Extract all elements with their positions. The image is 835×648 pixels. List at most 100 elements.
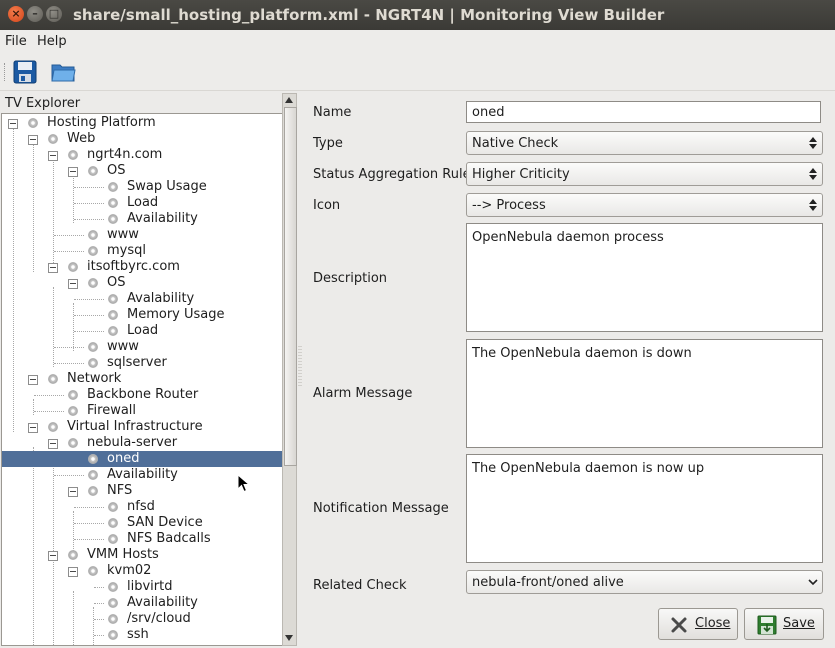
window-minimize-button[interactable]: –	[27, 6, 43, 22]
tree-node[interactable]: Load	[2, 323, 282, 339]
tree-view[interactable]: Hosting Platform Web ngrt4n.com OS Swap …	[1, 113, 283, 646]
collapse-icon[interactable]	[28, 135, 38, 145]
tree-node[interactable]: ssh	[2, 627, 282, 643]
type-select[interactable]: Native Check	[466, 131, 823, 155]
collapse-icon[interactable]	[28, 423, 38, 433]
type-label: Type	[313, 136, 343, 151]
save-button-label: Save	[783, 616, 815, 631]
node-icon	[68, 438, 78, 448]
collapse-icon[interactable]	[48, 263, 58, 273]
tree-node[interactable]: Avalability	[2, 291, 282, 307]
collapse-icon[interactable]	[48, 551, 58, 561]
related-check-select[interactable]: nebula-front/oned alive	[466, 570, 823, 594]
tree-node[interactable]: VMM Hosts	[2, 547, 282, 563]
collapse-icon[interactable]	[28, 375, 38, 385]
status-rule-select[interactable]: Higher Criticity	[466, 162, 823, 186]
node-icon	[88, 454, 98, 464]
tree-node[interactable]: Load	[2, 195, 282, 211]
collapse-icon[interactable]	[68, 167, 78, 177]
tree-node[interactable]: sqlserver	[2, 355, 282, 371]
menu-file[interactable]: File	[5, 34, 27, 49]
tree-node[interactable]: nebula-server	[2, 435, 282, 451]
node-icon	[108, 326, 118, 336]
node-icon	[88, 166, 98, 176]
tree-node[interactable]: www	[2, 339, 282, 355]
node-icon	[48, 134, 58, 144]
tree-node[interactable]: nfsd	[2, 499, 282, 515]
tree-node[interactable]: NFS Badcalls	[2, 531, 282, 547]
close-button[interactable]: Close	[658, 608, 738, 640]
node-icon	[108, 598, 118, 608]
node-icon	[28, 118, 38, 128]
scroll-down-icon[interactable]	[285, 635, 293, 641]
node-icon	[108, 198, 118, 208]
collapse-icon[interactable]	[8, 119, 18, 129]
icon-select[interactable]: --> Process	[466, 193, 823, 217]
tree-node[interactable]: itsoftbyrc.com	[2, 259, 282, 275]
window-title: share/small_hosting_platform.xml - NGRT4…	[73, 6, 665, 24]
tree-node[interactable]: OS	[2, 163, 282, 179]
tree-node[interactable]: /srv/cloud	[2, 611, 282, 627]
tree-node[interactable]: Availability	[2, 211, 282, 227]
scroll-up-icon[interactable]	[285, 97, 293, 103]
tree-node[interactable]: Hosting Platform	[2, 115, 282, 131]
icon-value: --> Process	[472, 198, 546, 213]
tree-node[interactable]: Availability	[2, 595, 282, 611]
tree-node[interactable]: libvirtd	[2, 579, 282, 595]
tree-node[interactable]: Network	[2, 371, 282, 387]
tree-node-selected[interactable]: oned	[2, 451, 282, 467]
menu-help[interactable]: Help	[37, 34, 67, 49]
scrollbar-thumb[interactable]	[284, 107, 297, 466]
tree-node[interactable]: OS	[2, 275, 282, 291]
description-field[interactable]: OpenNebula daemon process	[466, 223, 823, 332]
description-label: Description	[313, 271, 388, 286]
save-button[interactable]: Save	[744, 608, 824, 640]
node-icon	[88, 230, 98, 240]
tree-node[interactable]: Firewall	[2, 403, 282, 419]
node-icon	[68, 390, 78, 400]
editor-pane: Name oned Type Native Check Status Aggre…	[304, 91, 835, 644]
tree-node[interactable]: www	[2, 227, 282, 243]
window-close-button[interactable]: ×	[8, 6, 24, 22]
tree-node[interactable]: Swap Usage	[2, 179, 282, 195]
node-icon	[48, 374, 58, 384]
tree-node[interactable]: SAN Device	[2, 515, 282, 531]
node-icon	[108, 182, 118, 192]
node-icon	[88, 358, 98, 368]
description-value: OpenNebula daemon process	[472, 230, 664, 245]
tree-node[interactable]: mysql	[2, 243, 282, 259]
tv-explorer-pane: TV Explorer Hosting Platform Web ngrt4n.…	[0, 91, 297, 646]
node-icon	[108, 518, 118, 528]
vertical-scrollbar[interactable]	[282, 93, 297, 646]
alarm-message-field[interactable]: The OpenNebula daemon is down	[466, 339, 823, 448]
collapse-icon[interactable]	[48, 151, 58, 161]
name-label: Name	[313, 105, 352, 120]
tree-node[interactable]: Backbone Router	[2, 387, 282, 403]
tree-node[interactable]: Virtual Infrastructure	[2, 419, 282, 435]
related-check-label: Related Check	[313, 578, 407, 593]
collapse-icon[interactable]	[68, 279, 78, 289]
mouse-cursor-icon	[237, 474, 251, 493]
window-maximize-button[interactable]: □	[46, 6, 62, 22]
collapse-icon[interactable]	[48, 439, 58, 449]
save-icon[interactable]	[13, 60, 37, 84]
notification-message-field[interactable]: The OpenNebula daemon is now up	[466, 454, 823, 563]
updown-arrow-icon	[809, 168, 817, 180]
alarm-label: Alarm Message	[313, 386, 413, 401]
node-icon	[108, 614, 118, 624]
toolbar-grip[interactable]	[4, 63, 7, 81]
save-icon	[757, 615, 777, 635]
close-button-label: Close	[695, 616, 731, 631]
node-icon	[108, 294, 118, 304]
name-value: oned	[472, 105, 505, 120]
open-folder-icon[interactable]	[51, 60, 76, 84]
tree-node[interactable]: Web	[2, 131, 282, 147]
tree-node[interactable]: ngrt4n.com	[2, 147, 282, 163]
collapse-icon[interactable]	[68, 567, 78, 577]
collapse-icon[interactable]	[68, 487, 78, 497]
close-icon	[671, 617, 687, 633]
tree-node[interactable]: kvm02	[2, 563, 282, 579]
tree-node[interactable]: Memory Usage	[2, 307, 282, 323]
node-icon	[68, 406, 78, 416]
name-field[interactable]: oned	[466, 101, 821, 123]
